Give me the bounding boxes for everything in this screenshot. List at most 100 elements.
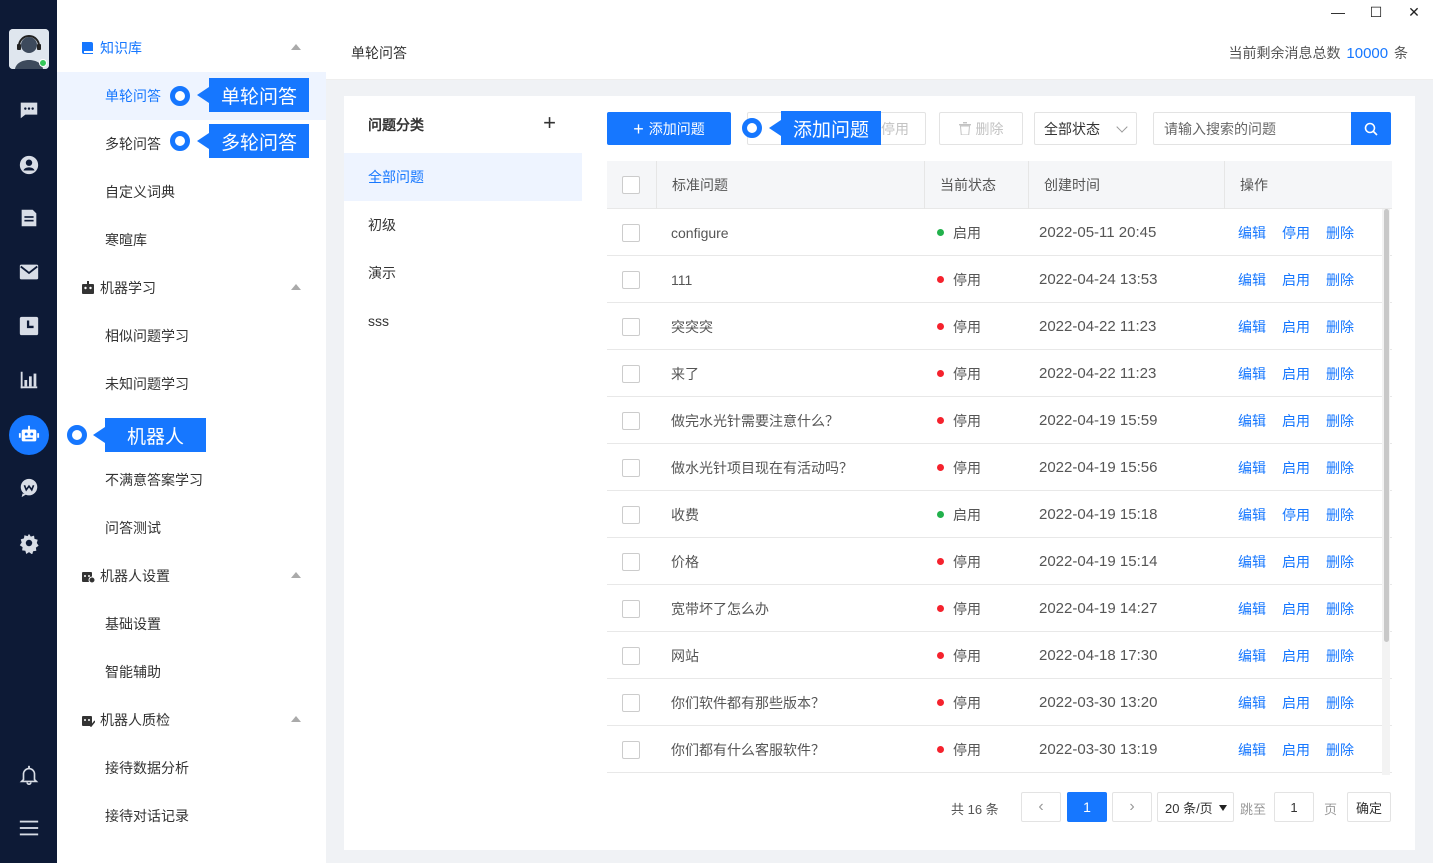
category-item[interactable]: 初级 bbox=[344, 201, 582, 249]
toggle-status-link[interactable]: 启用 bbox=[1282, 693, 1310, 713]
search-input[interactable] bbox=[1153, 112, 1352, 145]
scrollbar-thumb[interactable] bbox=[1384, 209, 1389, 642]
edit-link[interactable]: 编辑 bbox=[1238, 458, 1266, 478]
category-item[interactable]: sss bbox=[344, 297, 582, 345]
table-row[interactable]: 你们都有什么客服软件？ 停用 2022-03-30 13:19 编辑 启用 删除 bbox=[607, 726, 1392, 773]
sidebar-item-unsatisfied[interactable]: 不满意答案学习 bbox=[57, 456, 326, 504]
delete-link[interactable]: 删除 bbox=[1326, 223, 1354, 243]
user-icon[interactable] bbox=[0, 145, 57, 185]
confirm-jump-button[interactable]: 确定 bbox=[1347, 792, 1391, 822]
search-button[interactable] bbox=[1351, 112, 1391, 145]
table-row[interactable]: configure 启用 2022-05-11 20:45 编辑 停用 删除 bbox=[607, 209, 1392, 256]
sidebar-item-dictionary[interactable]: 自定义词典 bbox=[57, 168, 326, 216]
sidebar-item-chat-records[interactable]: 接待对话记录 bbox=[57, 792, 326, 840]
row-checkbox[interactable] bbox=[622, 585, 640, 632]
delete-link[interactable]: 删除 bbox=[1326, 458, 1354, 478]
table-row[interactable]: 你们软件都有那些版本？ 停用 2022-03-30 13:20 编辑 启用 删除 bbox=[607, 679, 1392, 726]
avatar[interactable] bbox=[9, 29, 49, 69]
table-row[interactable]: 宽带坏了怎么办 停用 2022-04-19 14:27 编辑 启用 删除 bbox=[607, 585, 1392, 632]
row-checkbox[interactable] bbox=[622, 209, 640, 256]
row-checkbox[interactable] bbox=[622, 256, 640, 303]
delete-link[interactable]: 删除 bbox=[1326, 646, 1354, 666]
delete-link[interactable]: 删除 bbox=[1326, 552, 1354, 572]
delete-link[interactable]: 删除 bbox=[1326, 364, 1354, 384]
delete-button[interactable]: 删除 bbox=[939, 112, 1023, 145]
toggle-status-link[interactable]: 启用 bbox=[1282, 646, 1310, 666]
row-checkbox[interactable] bbox=[622, 444, 640, 491]
toggle-status-link[interactable]: 启用 bbox=[1282, 317, 1310, 337]
row-checkbox[interactable] bbox=[622, 303, 640, 350]
sidebar-group-ml[interactable]: 机器学习 bbox=[57, 264, 326, 312]
bell-icon[interactable] bbox=[0, 755, 57, 795]
row-checkbox[interactable] bbox=[622, 397, 640, 444]
toggle-status-link[interactable]: 启用 bbox=[1282, 270, 1310, 290]
minimize-button[interactable]: — bbox=[1319, 0, 1357, 24]
row-checkbox[interactable] bbox=[622, 632, 640, 679]
edit-link[interactable]: 编辑 bbox=[1238, 270, 1266, 290]
toggle-status-link[interactable]: 启用 bbox=[1282, 740, 1310, 760]
delete-link[interactable]: 删除 bbox=[1326, 270, 1354, 290]
delete-link[interactable]: 删除 bbox=[1326, 317, 1354, 337]
clock-icon[interactable] bbox=[0, 306, 57, 346]
table-row[interactable]: 突突突 停用 2022-04-22 11:23 编辑 启用 删除 bbox=[607, 303, 1392, 350]
gear-icon[interactable] bbox=[0, 523, 57, 563]
close-button[interactable]: ✕ bbox=[1395, 0, 1433, 24]
edit-link[interactable]: 编辑 bbox=[1238, 599, 1266, 619]
sidebar-item-unknown[interactable]: 未知问题学习 bbox=[57, 360, 326, 408]
edit-link[interactable]: 编辑 bbox=[1238, 740, 1266, 760]
caret-up-icon[interactable] bbox=[291, 44, 301, 50]
sidebar-group-quality[interactable]: 机器人质检 bbox=[57, 696, 326, 744]
toggle-status-link[interactable]: 启用 bbox=[1282, 458, 1310, 478]
table-row[interactable]: 111 停用 2022-04-24 13:53 编辑 启用 删除 bbox=[607, 256, 1392, 303]
row-checkbox[interactable] bbox=[622, 350, 640, 397]
chat-icon[interactable] bbox=[0, 90, 57, 130]
edit-link[interactable]: 编辑 bbox=[1238, 317, 1266, 337]
table-row[interactable]: 价格 停用 2022-04-19 15:14 编辑 启用 删除 bbox=[607, 538, 1392, 585]
toggle-status-link[interactable]: 启用 bbox=[1282, 364, 1310, 384]
edit-link[interactable]: 编辑 bbox=[1238, 223, 1266, 243]
status-filter-select[interactable]: 全部状态 bbox=[1034, 112, 1137, 145]
edit-link[interactable]: 编辑 bbox=[1238, 552, 1266, 572]
table-row[interactable]: 网站 停用 2022-04-18 17:30 编辑 启用 删除 bbox=[607, 632, 1392, 679]
edit-link[interactable]: 编辑 bbox=[1238, 646, 1266, 666]
edit-link[interactable]: 编辑 bbox=[1238, 411, 1266, 431]
toggle-status-link[interactable]: 启用 bbox=[1282, 411, 1310, 431]
sidebar-item-assist[interactable]: 智能辅助 bbox=[57, 648, 326, 696]
prev-page-button[interactable]: ‹ bbox=[1021, 792, 1061, 822]
sidebar-item-similar[interactable]: 相似问题学习 bbox=[57, 312, 326, 360]
edit-link[interactable]: 编辑 bbox=[1238, 364, 1266, 384]
edit-link[interactable]: 编辑 bbox=[1238, 505, 1266, 525]
row-checkbox[interactable] bbox=[622, 538, 640, 585]
table-row[interactable]: 做完水光针需要注意什么？ 停用 2022-04-19 15:59 编辑 启用 删除 bbox=[607, 397, 1392, 444]
edit-link[interactable]: 编辑 bbox=[1238, 693, 1266, 713]
row-checkbox[interactable] bbox=[622, 726, 640, 773]
robot-icon[interactable] bbox=[0, 415, 57, 455]
next-page-button[interactable]: › bbox=[1112, 792, 1152, 822]
delete-link[interactable]: 删除 bbox=[1326, 693, 1354, 713]
page-size-select[interactable]: 20 条/页 bbox=[1157, 792, 1234, 822]
toggle-status-link[interactable]: 启用 bbox=[1282, 552, 1310, 572]
table-row[interactable]: 收费 启用 2022-04-19 15:18 编辑 停用 删除 bbox=[607, 491, 1392, 538]
category-item[interactable]: 演示 bbox=[344, 249, 582, 297]
delete-link[interactable]: 删除 bbox=[1326, 740, 1354, 760]
table-row[interactable]: 做水光针项目现在有活动吗？ 停用 2022-04-19 15:56 编辑 启用 删除 bbox=[607, 444, 1392, 491]
sidebar-group-robot-settings[interactable]: 机器人设置 bbox=[57, 552, 326, 600]
sidebar-item-basic-settings[interactable]: 基础设置 bbox=[57, 600, 326, 648]
menu-icon[interactable] bbox=[0, 808, 57, 848]
document-icon[interactable] bbox=[0, 198, 57, 238]
delete-link[interactable]: 删除 bbox=[1326, 599, 1354, 619]
row-checkbox[interactable] bbox=[622, 679, 640, 726]
toggle-status-link[interactable]: 停用 bbox=[1282, 223, 1310, 243]
toggle-status-link[interactable]: 启用 bbox=[1282, 599, 1310, 619]
row-checkbox[interactable] bbox=[622, 491, 640, 538]
add-question-button[interactable]: + 添加问题 bbox=[607, 112, 731, 145]
delete-link[interactable]: 删除 bbox=[1326, 505, 1354, 525]
mail-icon[interactable] bbox=[0, 252, 57, 292]
sidebar-item-greetings[interactable]: 寒暄库 bbox=[57, 216, 326, 264]
table-row[interactable]: 来了 停用 2022-04-22 11:23 编辑 启用 删除 bbox=[607, 350, 1392, 397]
caret-up-icon[interactable] bbox=[291, 716, 301, 722]
delete-link[interactable]: 删除 bbox=[1326, 411, 1354, 431]
current-page-button[interactable]: 1 bbox=[1067, 792, 1107, 822]
sidebar-item-qa-test[interactable]: 问答测试 bbox=[57, 504, 326, 552]
jump-page-input[interactable] bbox=[1274, 792, 1314, 822]
